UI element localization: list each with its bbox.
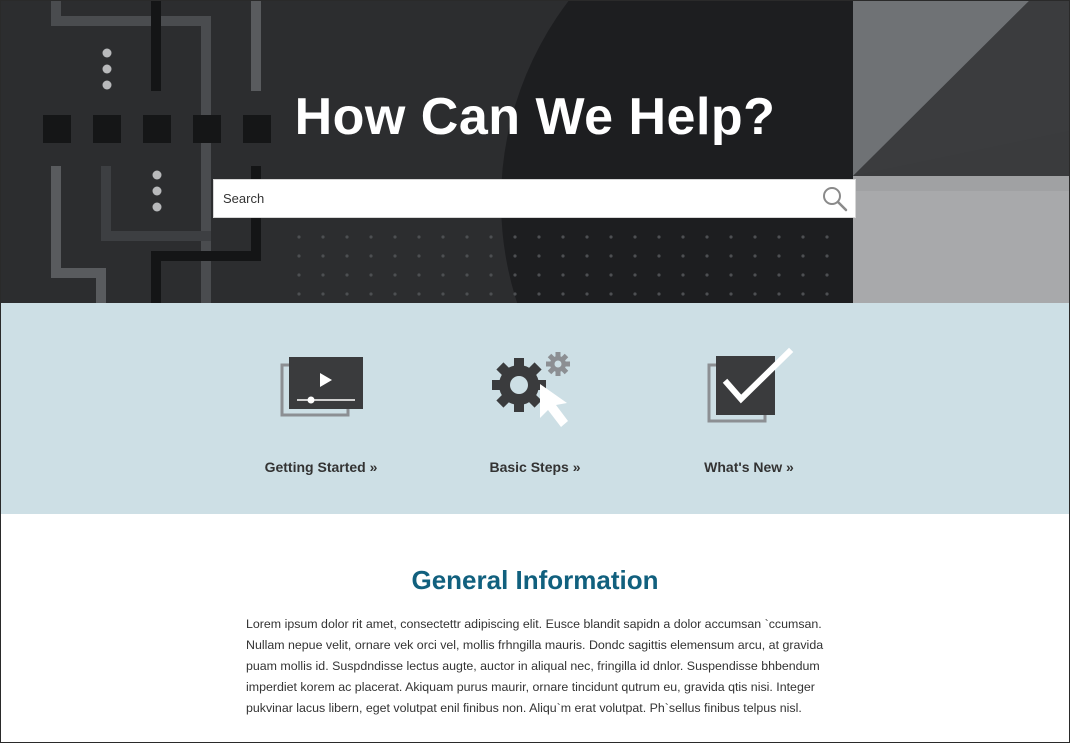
hero-title: How Can We Help? <box>294 88 776 146</box>
quick-link-whats-new[interactable]: What's New » <box>659 343 839 483</box>
quick-link-label: What's New » <box>704 459 794 475</box>
hero-banner: How Can We Help? <box>1 1 1069 303</box>
checkmark-icon <box>659 343 839 443</box>
quick-links-section: Getting Started » Basic Steps » What's N… <box>1 303 1069 514</box>
quick-link-label: Getting Started » <box>264 459 378 475</box>
general-information-title: General Information <box>411 565 659 595</box>
video-icon <box>231 343 411 443</box>
search-bar <box>213 179 856 218</box>
gear-cursor-icon <box>445 343 625 443</box>
page-frame: How Can We Help? G <box>0 0 1070 743</box>
quick-link-basic-steps[interactable]: Basic Steps » <box>445 343 625 483</box>
search-icon[interactable] <box>821 185 849 213</box>
quick-link-getting-started[interactable]: Getting Started » <box>231 343 411 483</box>
search-input[interactable] <box>214 180 814 217</box>
general-information-text: Lorem ipsum dolor rit amet, consectettr … <box>246 617 824 715</box>
quick-link-label: Basic Steps » <box>489 459 581 475</box>
hero-background-graphic <box>1 1 1069 303</box>
